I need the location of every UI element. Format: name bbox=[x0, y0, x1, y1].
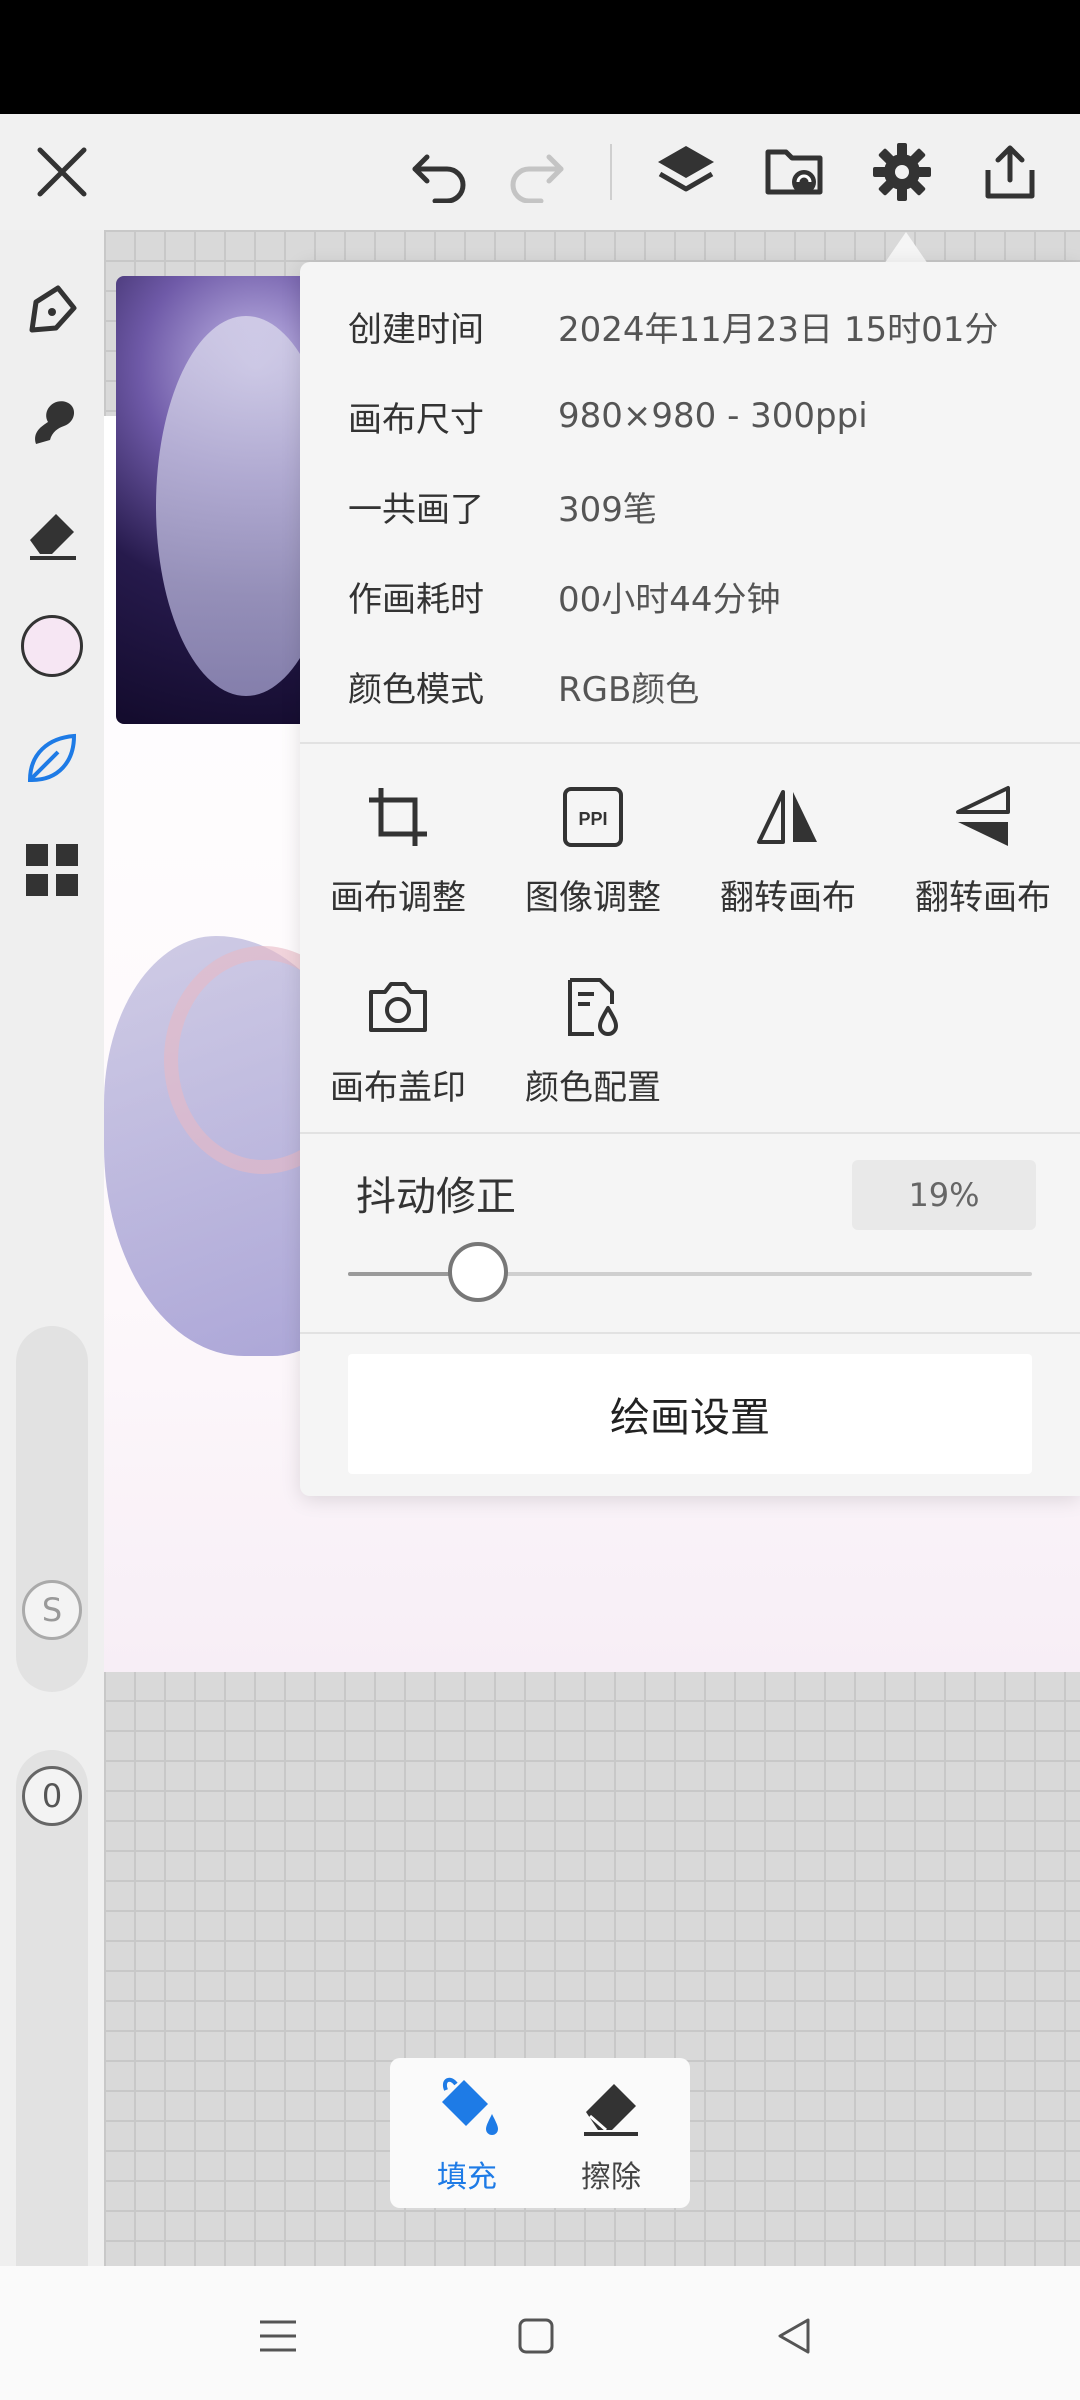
smudge-icon bbox=[35, 401, 75, 444]
flip-horizontal-button[interactable]: 翻转画布 bbox=[690, 772, 886, 932]
info-row-color-mode: 颜色模式 RGB颜色 bbox=[348, 656, 699, 716]
eraser-icon bbox=[584, 2084, 638, 2136]
menu-icon bbox=[260, 2320, 296, 2352]
settings-button[interactable] bbox=[862, 132, 942, 212]
image-adjust-button[interactable]: PPI 图像调整 bbox=[495, 772, 691, 932]
color-profile-button[interactable]: 颜色配置 bbox=[495, 962, 691, 1122]
redo-icon bbox=[510, 154, 564, 203]
info-value: 2024年11月23日 15时01分 bbox=[558, 309, 999, 350]
flip-horizontal-icon bbox=[757, 790, 817, 844]
back-triangle-icon bbox=[778, 2318, 810, 2354]
close-icon bbox=[37, 147, 87, 197]
drawing-settings-button[interactable]: 绘画设置 bbox=[348, 1354, 1032, 1474]
info-value: 00小时44分钟 bbox=[558, 579, 781, 620]
info-row-strokes: 一共画了 309笔 bbox=[348, 476, 657, 536]
gear-icon bbox=[873, 143, 931, 201]
fill-bucket-icon bbox=[442, 2077, 498, 2135]
eraser-icon bbox=[30, 514, 76, 560]
toolbar-divider bbox=[610, 144, 612, 200]
materials-button[interactable] bbox=[12, 830, 92, 910]
svg-text:PPI: PPI bbox=[578, 809, 607, 829]
opacity-knob[interactable]: 0 bbox=[22, 1766, 82, 1826]
layers-button[interactable] bbox=[646, 132, 726, 212]
info-value: 980×980 - 300ppi bbox=[558, 396, 868, 436]
info-label: 颜色模式 bbox=[348, 669, 484, 710]
home-nav-button[interactable] bbox=[506, 2306, 566, 2366]
smudge-tool-button[interactable] bbox=[12, 382, 92, 462]
ppi-icon: PPI bbox=[563, 787, 623, 847]
canvas-stamp-button[interactable]: 画布盖印 bbox=[300, 962, 496, 1122]
pen-tool-button[interactable] bbox=[12, 270, 92, 350]
undo-icon bbox=[412, 154, 466, 203]
stabilizer-slider-thumb[interactable] bbox=[447, 1242, 508, 1302]
top-toolbar bbox=[0, 114, 1080, 230]
crop-icon bbox=[369, 788, 427, 846]
action-label: 图像调整 bbox=[525, 878, 661, 918]
flip-vertical-button[interactable]: 翻转画布 bbox=[885, 772, 1080, 932]
color-picker-button[interactable] bbox=[12, 606, 92, 686]
undo-button[interactable] bbox=[400, 132, 480, 212]
info-row-created: 创建时间 2024年11月23日 15时01分 bbox=[348, 296, 998, 356]
brush-size-knob[interactable]: S bbox=[22, 1580, 82, 1640]
action-label: 翻转画布 bbox=[915, 878, 1051, 918]
action-label: 翻转画布 bbox=[720, 878, 856, 918]
close-button[interactable] bbox=[22, 132, 102, 212]
eraser-tool-button[interactable] bbox=[12, 494, 92, 574]
flip-vertical-icon bbox=[956, 786, 1010, 846]
stabilizer-label: 抖动修正 bbox=[356, 1174, 516, 1220]
back-nav-button[interactable] bbox=[764, 2306, 824, 2366]
action-label: 颜色配置 bbox=[525, 1068, 661, 1108]
home-square-icon bbox=[518, 2318, 554, 2354]
cloud-folder-icon bbox=[765, 149, 823, 195]
info-label: 创建时间 bbox=[348, 309, 484, 350]
grid-icon bbox=[26, 844, 78, 896]
erase-label: 擦除 bbox=[581, 2160, 641, 2195]
share-icon bbox=[985, 145, 1035, 199]
leaf-tool-button[interactable] bbox=[12, 718, 92, 798]
fill-tool-panel: 填充 擦除 bbox=[390, 2058, 690, 2208]
layers-icon bbox=[658, 146, 714, 192]
pen-icon bbox=[29, 285, 77, 333]
fill-label: 填充 bbox=[437, 2160, 497, 2195]
reference-image-figure bbox=[156, 316, 316, 696]
stabilizer-value-field[interactable]: 19% bbox=[852, 1160, 1036, 1230]
canvas-adjust-button[interactable]: 画布调整 bbox=[300, 772, 496, 932]
info-label: 画布尺寸 bbox=[348, 399, 484, 440]
export-button[interactable] bbox=[970, 132, 1050, 212]
status-bar bbox=[0, 0, 1080, 114]
info-label: 作画耗时 bbox=[348, 579, 484, 620]
current-color-swatch bbox=[21, 615, 83, 677]
reference-image[interactable] bbox=[116, 276, 316, 724]
panel-divider bbox=[300, 742, 1080, 744]
left-tool-rail: S 0 bbox=[0, 230, 104, 2356]
panel-divider bbox=[300, 1332, 1080, 1334]
camera-icon bbox=[369, 982, 427, 1032]
action-label: 画布盖印 bbox=[330, 1068, 466, 1108]
erase-button[interactable]: 擦除 bbox=[546, 2072, 676, 2195]
fill-button[interactable]: 填充 bbox=[402, 2072, 532, 2195]
info-label: 一共画了 bbox=[348, 489, 484, 530]
system-nav-bar bbox=[0, 2266, 1080, 2400]
info-row-size: 画布尺寸 980×980 - 300ppi bbox=[348, 386, 868, 446]
action-label: 画布调整 bbox=[330, 878, 466, 918]
canvas-settings-panel: 创建时间 2024年11月23日 15时01分 画布尺寸 980×980 - 3… bbox=[300, 262, 1080, 1496]
leaf-icon bbox=[27, 733, 77, 782]
redo-button[interactable] bbox=[496, 132, 576, 212]
info-value: 309笔 bbox=[558, 489, 657, 530]
cloud-folder-button[interactable] bbox=[754, 132, 834, 212]
info-row-duration: 作画耗时 00小时44分钟 bbox=[348, 566, 781, 626]
panel-pointer bbox=[884, 232, 928, 264]
color-profile-icon bbox=[568, 978, 618, 1036]
info-value: RGB颜色 bbox=[558, 669, 700, 710]
panel-divider bbox=[300, 1132, 1080, 1134]
menu-nav-button[interactable] bbox=[248, 2306, 308, 2366]
